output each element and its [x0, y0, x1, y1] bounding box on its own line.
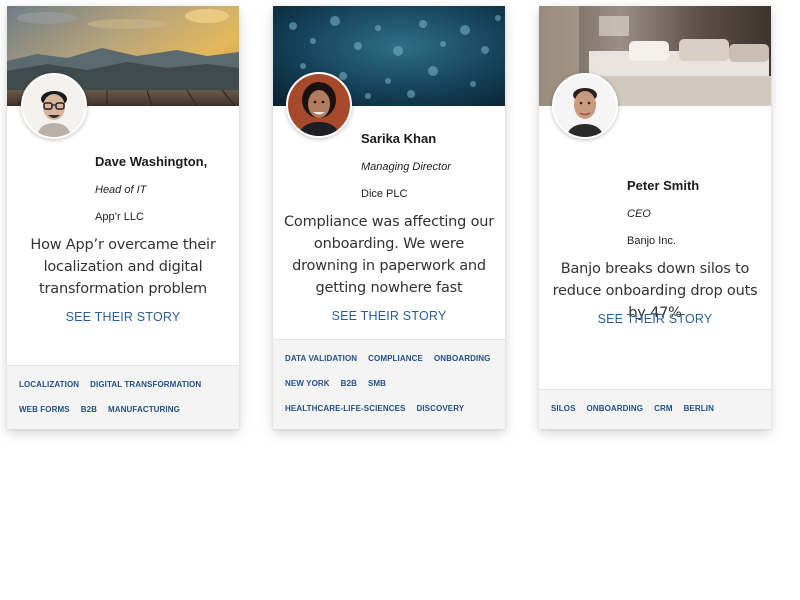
person-name: Peter Smith	[627, 178, 700, 193]
person-role: CEO	[627, 208, 651, 220]
see-their-story-link[interactable]: SEE THEIR STORY	[539, 312, 771, 326]
tag-link[interactable]: MANUFACTURING	[108, 397, 180, 422]
tag-link[interactable]: SILOS	[551, 396, 576, 421]
tag-link[interactable]: LOCALIZATION	[19, 372, 79, 397]
tag-list: DATA VALIDATION COMPLIANCE ONBOARDING NE…	[285, 346, 499, 421]
testimonial-card-dave: Dave Washington, Head of IT App’r LLC Ho…	[7, 6, 239, 429]
see-their-story-link[interactable]: SEE THEIR STORY	[273, 309, 505, 323]
testimonial-quote: How App’r overcame their localization an…	[30, 237, 216, 297]
tag-link[interactable]: NEW YORK	[285, 371, 330, 396]
tag-link[interactable]: B2B	[341, 371, 357, 396]
tag-link[interactable]: CRM	[654, 396, 673, 421]
company-name: Dice PLC	[361, 188, 408, 200]
avatar-woman-smiling	[286, 72, 352, 138]
tag-link[interactable]: SMB	[368, 371, 386, 396]
testimonial-card-peter: Peter Smith CEO Banjo Inc. Banjo breaks …	[539, 6, 771, 429]
tag-list: SILOS ONBOARDING CRM BERLIN	[551, 396, 765, 421]
avatar-man-with-glasses	[21, 73, 87, 139]
tag-footer: DATA VALIDATION COMPLIANCE ONBOARDING NE…	[273, 339, 505, 429]
tag-link[interactable]: ONBOARDING	[587, 396, 644, 421]
person-role: Managing Director	[361, 161, 451, 173]
tag-link[interactable]: COMPLIANCE	[368, 346, 423, 371]
tag-link[interactable]: DATA VALIDATION	[285, 346, 357, 371]
tag-footer: SILOS ONBOARDING CRM BERLIN	[539, 389, 771, 429]
tag-link[interactable]: DISCOVERY	[416, 396, 464, 421]
tag-link[interactable]: BERLIN	[684, 396, 714, 421]
company-name: App’r LLC	[95, 211, 144, 223]
testimonial-card-sarika: Sarika Khan Managing Director Dice PLC C…	[273, 6, 505, 429]
tag-link[interactable]: DIGITAL TRANSFORMATION	[90, 372, 201, 397]
tag-list: LOCALIZATION DIGITAL TRANSFORMATION WEB …	[19, 372, 233, 422]
tag-link[interactable]: WEB FORMS	[19, 397, 70, 422]
company-name: Banjo Inc.	[627, 235, 676, 247]
person-role: Head of IT	[95, 184, 147, 196]
tag-link[interactable]: ONBOARDING	[434, 346, 491, 371]
see-their-story-link[interactable]: SEE THEIR STORY	[7, 310, 239, 324]
avatar-man-portrait	[552, 73, 618, 139]
person-name: Sarika Khan	[361, 131, 437, 146]
tag-link[interactable]: HEALTHCARE-LIFE-SCIENCES	[285, 396, 405, 421]
testimonial-quote: Compliance was affecting our onboarding.…	[284, 214, 494, 296]
person-name: Dave Washington,	[95, 154, 208, 169]
tag-footer: LOCALIZATION DIGITAL TRANSFORMATION WEB …	[7, 365, 239, 429]
tag-link[interactable]: B2B	[81, 397, 97, 422]
